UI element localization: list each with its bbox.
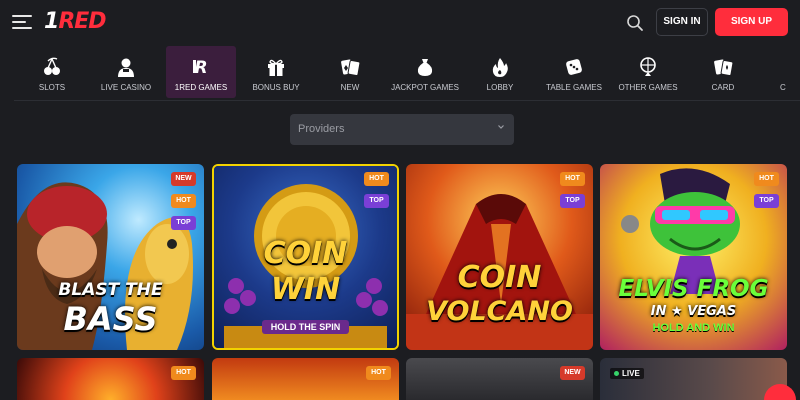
game-title: ELVIS FROG — [618, 276, 769, 302]
game-title: IN ★ VEGAS — [650, 304, 737, 319]
top-badge: TOP — [560, 194, 585, 208]
live-label: LIVE — [622, 369, 640, 378]
live-dot-icon — [614, 371, 619, 376]
nav-item-partial[interactable]: C — [780, 46, 800, 98]
game-title: COIN — [263, 236, 348, 271]
game-tile-live[interactable]: LIVE — [600, 358, 787, 400]
game-tile-coin-volcano[interactable]: COIN VOLCANO HOT TOP — [406, 164, 593, 350]
sign-up-button[interactable]: SIGN UP — [715, 8, 788, 36]
nav-item-label: JACKPOT GAMES — [391, 83, 459, 92]
playing-cards-icon — [714, 59, 734, 77]
category-nav: SLOTS LIVE CASINO R 1RED GAMES BONUS BUY — [0, 46, 800, 98]
nav-item-lobby[interactable]: LOBBY — [466, 46, 534, 98]
top-badge: TOP — [171, 216, 196, 230]
nav-item-label: C — [780, 83, 786, 92]
hot-badge: HOT — [754, 172, 779, 186]
providers-placeholder: Providers — [298, 123, 345, 135]
game-title: BLAST THE — [58, 280, 163, 300]
hamburger-menu-icon[interactable] — [12, 14, 32, 30]
game-thumbnail — [600, 358, 787, 400]
brand-logo[interactable]: 1RED — [44, 9, 107, 34]
top-badge: TOP — [364, 194, 389, 208]
wheel-icon — [640, 57, 656, 76]
game-tile-blast-the-bass[interactable]: BLAST THE BASS NEW HOT TOP — [17, 164, 204, 350]
game-tile-elvis-frog[interactable]: ELVIS FROG IN ★ VEGAS HOLD AND WIN HOT T… — [600, 164, 787, 350]
nav-item-label: 1RED GAMES — [174, 83, 228, 92]
nav-item-label: BONUS BUY — [252, 83, 300, 92]
header: 1RED SIGN IN SIGN UP — [0, 0, 800, 44]
nav-item-label: OTHER GAMES — [618, 83, 678, 92]
new-badge: NEW — [560, 366, 585, 380]
top-badge: TOP — [754, 194, 779, 208]
hot-badge: HOT — [364, 172, 389, 186]
hot-badge: HOT — [171, 366, 196, 380]
1red-logo-icon: R — [193, 58, 208, 78]
hot-badge: HOT — [560, 172, 585, 186]
nav-item-1red-games[interactable]: R 1RED GAMES — [166, 46, 236, 98]
nav-divider — [14, 100, 800, 101]
cards-icon — [341, 59, 361, 77]
nav-item-jackpot-games[interactable]: JACKPOT GAMES — [388, 46, 462, 98]
nav-item-label: TABLE GAMES — [546, 83, 602, 92]
svg-text:R: R — [194, 58, 207, 78]
providers-select[interactable]: Providers — [290, 114, 514, 145]
nav-item-label: NEW — [340, 83, 360, 92]
nav-item-label: LIVE CASINO — [100, 83, 152, 92]
game-tile-coin-win[interactable]: COIN WIN HOLD THE SPIN HOT TOP — [212, 164, 399, 350]
nav-item-label: SLOTS — [38, 83, 66, 92]
nav-item-live-casino[interactable]: LIVE CASINO — [92, 46, 160, 98]
nav-item-new[interactable]: NEW — [316, 46, 384, 98]
gift-icon — [268, 59, 284, 76]
game-title: VOLCANO — [426, 296, 573, 327]
hot-badge: HOT — [366, 366, 391, 380]
nav-item-label: LOBBY — [486, 83, 514, 92]
hot-badge: HOT — [171, 194, 196, 208]
game-subtitle: HOLD AND WIN — [652, 322, 735, 334]
game-tile[interactable]: HOT — [17, 358, 204, 400]
search-icon[interactable] — [626, 14, 644, 32]
nav-item-bonus-buy[interactable]: BONUS BUY — [242, 46, 310, 98]
game-tile[interactable]: NEW — [406, 358, 593, 400]
nav-item-label: CARD — [711, 83, 735, 92]
game-title: COIN — [457, 260, 542, 295]
nav-item-slots[interactable]: SLOTS — [18, 46, 86, 98]
game-tile[interactable]: HOT — [212, 358, 399, 400]
sign-in-button[interactable]: SIGN IN — [656, 8, 708, 36]
game-title: BASS — [63, 300, 158, 338]
chevron-down-icon — [498, 125, 504, 129]
fire-icon — [492, 58, 508, 77]
nav-item-card[interactable]: CARD — [690, 46, 756, 98]
live-badge: LIVE — [610, 368, 644, 379]
dealer-icon — [118, 58, 134, 77]
dice-icon — [566, 59, 582, 75]
game-title: WIN — [270, 272, 341, 307]
new-badge: NEW — [171, 172, 196, 186]
nav-item-other-games[interactable]: OTHER GAMES — [614, 46, 682, 98]
cherries-icon — [44, 57, 60, 75]
nav-item-table-games[interactable]: TABLE GAMES — [540, 46, 608, 98]
money-bag-icon — [417, 59, 433, 76]
game-subtitle: HOLD THE SPIN — [262, 320, 349, 334]
